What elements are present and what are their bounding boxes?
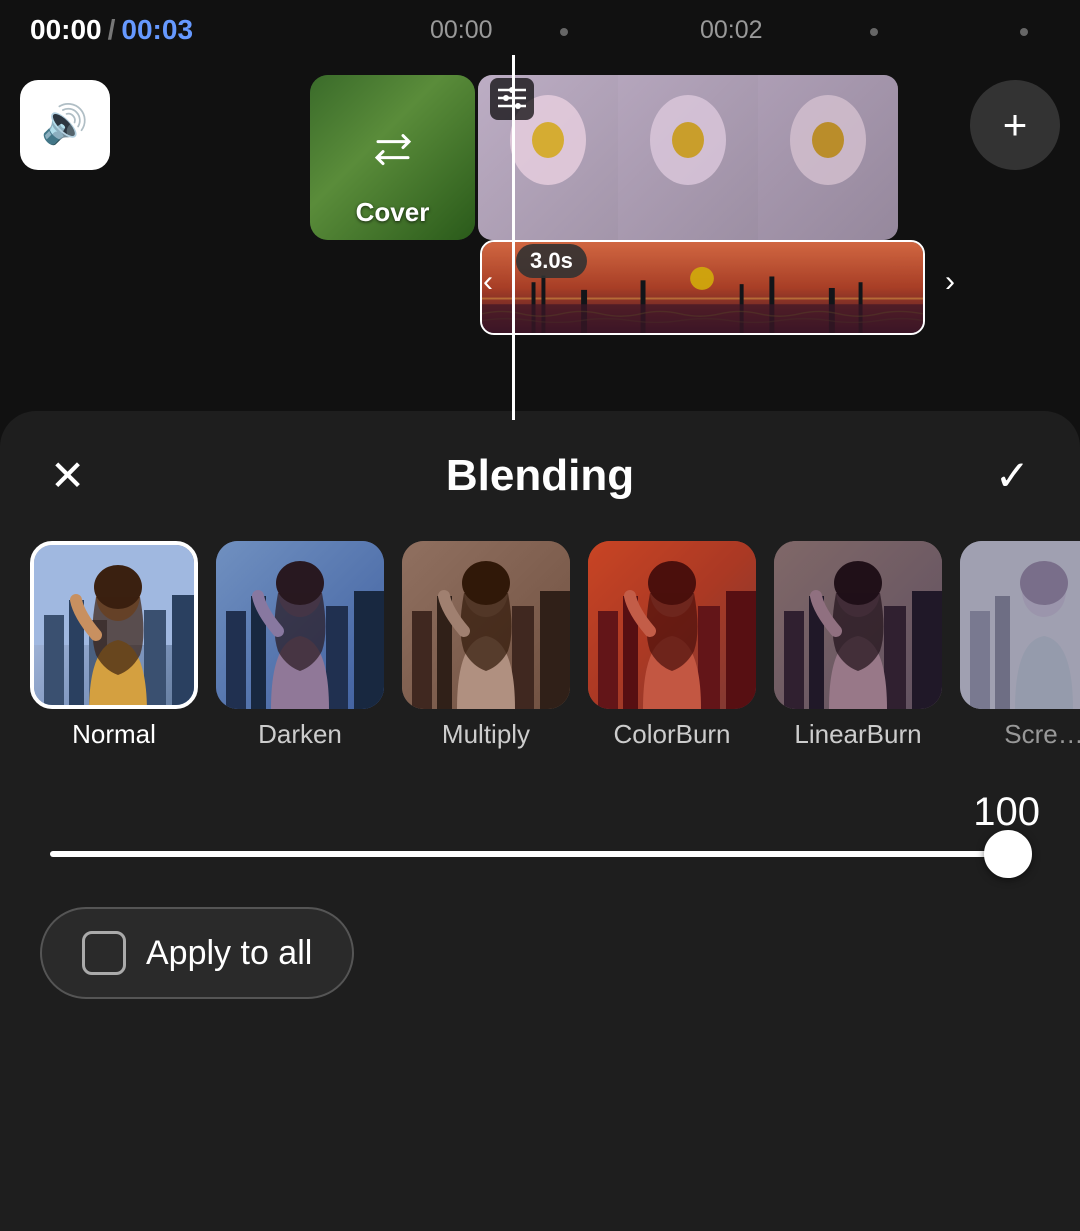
playhead	[512, 55, 515, 420]
confirm-button[interactable]: ✓	[995, 455, 1030, 497]
blend-label-normal: Normal	[72, 719, 156, 750]
blend-thumb-normal	[30, 541, 198, 709]
blend-mode-colorburn[interactable]: ColorBurn	[588, 541, 756, 750]
multiply-thumb-svg	[402, 541, 570, 709]
close-button[interactable]: ✕	[50, 455, 85, 497]
track-arrow-right[interactable]: ›	[945, 265, 955, 299]
current-time: 00:00	[30, 14, 102, 46]
blend-thumb-colorburn	[588, 541, 756, 709]
blending-panel: ✕ Blending ✓	[0, 411, 1080, 1231]
time-ruler: 00:00 / 00:03 00:00 00:02	[0, 0, 1080, 60]
frame-2	[618, 75, 758, 240]
time-marker-02: 00:02	[700, 16, 763, 45]
opacity-slider[interactable]	[50, 851, 1030, 857]
timeline-area: 00:00 / 00:03 00:00 00:02 🔊 Cover	[0, 0, 1080, 420]
apply-to-all-label: Apply to all	[146, 934, 312, 973]
flower-overlay	[478, 75, 898, 240]
cover-label: Cover	[310, 197, 475, 228]
normal-thumb-svg	[34, 545, 198, 709]
blend-mode-normal[interactable]: Normal	[30, 541, 198, 750]
slider-fill	[50, 851, 991, 857]
total-time: 00:03	[121, 14, 193, 46]
dot-marker-2	[870, 28, 878, 36]
dot-marker-3	[1020, 28, 1028, 36]
track-arrow-left[interactable]: ‹	[483, 265, 493, 299]
duration-badge: 3.0s	[516, 244, 587, 278]
blend-mode-multiply[interactable]: Multiply	[402, 541, 570, 750]
blend-label-linearburn: LinearBurn	[794, 719, 921, 750]
darken-thumb-svg	[216, 541, 384, 709]
apply-checkbox[interactable]	[82, 931, 126, 975]
panel-header: ✕ Blending ✓	[0, 411, 1080, 521]
colorburn-thumb-svg	[588, 541, 756, 709]
frame-3	[758, 75, 898, 240]
dot-marker-1	[560, 28, 568, 36]
cover-thumbnail[interactable]: Cover	[310, 75, 475, 240]
blend-thumb-screen	[960, 541, 1080, 709]
main-video-track[interactable]	[478, 75, 898, 240]
add-clip-button[interactable]: +	[970, 80, 1060, 170]
apply-to-all-button[interactable]: Apply to all	[40, 907, 354, 999]
cover-swap-icon	[373, 131, 413, 175]
slider-thumb[interactable]	[984, 830, 1032, 878]
blend-thumb-darken	[216, 541, 384, 709]
blend-label-darken: Darken	[258, 719, 342, 750]
time-separator: /	[108, 14, 116, 46]
blend-mode-linearburn[interactable]: LinearBurn	[774, 541, 942, 750]
blend-thumb-linearburn	[774, 541, 942, 709]
blend-label-multiply: Multiply	[442, 719, 530, 750]
blend-label-screen: Scre…	[1004, 719, 1080, 750]
blend-mode-darken[interactable]: Darken	[216, 541, 384, 750]
opacity-section: 100	[0, 770, 1080, 867]
time-marker-00: 00:00	[430, 16, 493, 45]
volume-icon: 🔊	[41, 103, 88, 147]
blend-modes-list: Normal	[0, 521, 1080, 770]
volume-button[interactable]: 🔊	[20, 80, 110, 170]
blend-mode-screen[interactable]: Scre…	[960, 541, 1080, 750]
blend-label-colorburn: ColorBurn	[613, 719, 730, 750]
blend-thumb-multiply	[402, 541, 570, 709]
opacity-value: 100	[40, 790, 1040, 835]
panel-title: Blending	[446, 451, 634, 501]
screen-thumb-svg	[960, 541, 1080, 709]
linearburn-thumb-svg	[774, 541, 942, 709]
plus-icon: +	[1003, 101, 1028, 149]
